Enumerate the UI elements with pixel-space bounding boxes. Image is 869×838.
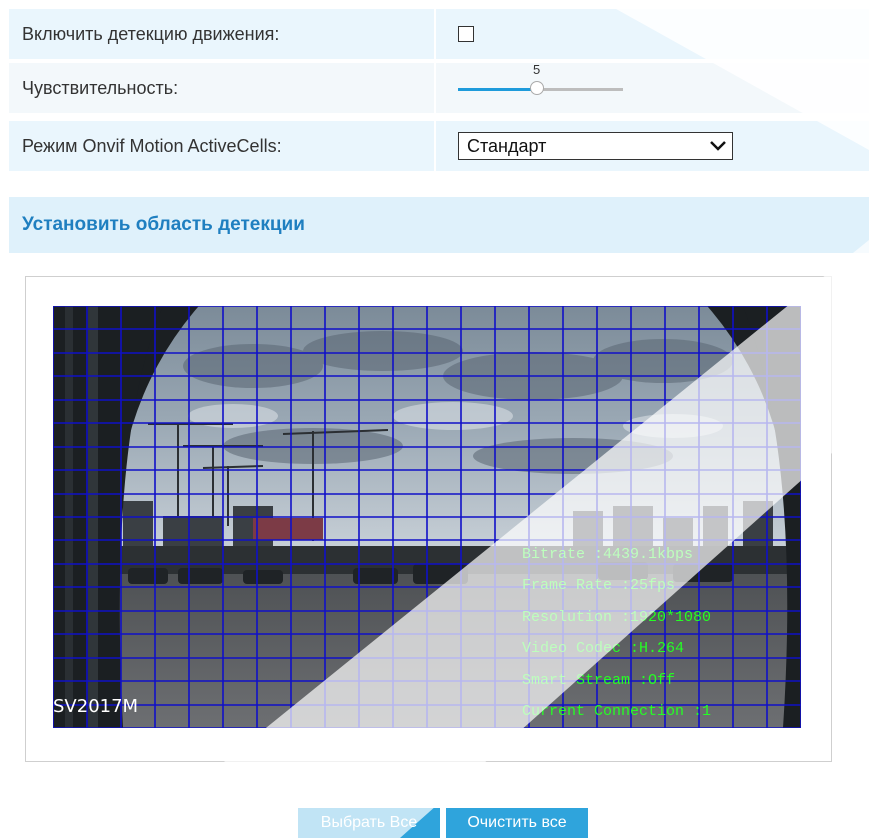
enable-detection-label: Включить детекцию движения:	[9, 9, 436, 59]
video-scene	[53, 306, 801, 728]
select-all-button[interactable]: Выбрать Все	[298, 808, 440, 838]
chevron-down-icon	[710, 141, 726, 151]
sensitivity-row: Чувствительность: 5	[9, 62, 869, 113]
mode-label: Режим Onvif Motion ActiveCells:	[9, 121, 436, 171]
mode-select-value: Стандарт	[467, 135, 547, 156]
osd-line: Frame Rate :25fps	[522, 577, 676, 594]
osd-line: Current Connection :1	[522, 703, 712, 720]
osd-line: Video Codec :H.264	[522, 640, 685, 657]
section-header: Установить область детекции	[9, 197, 869, 253]
osd-line: Resolution :1920*1080	[522, 609, 712, 626]
section-title: Установить область детекции	[22, 214, 305, 235]
slider-fill	[458, 88, 537, 91]
motion-grid-video[interactable]: SV2017M Bitrate :4439.1kbps Frame Rate :2…	[53, 306, 801, 728]
enable-detection-checkbox[interactable]	[458, 26, 474, 42]
camera-name: SV2017M	[53, 696, 139, 717]
sensitivity-slider[interactable]: 5	[458, 62, 623, 98]
sensitivity-label: Чувствительность:	[9, 63, 436, 113]
osd-line: Smart Stream :Off	[522, 672, 676, 689]
sensitivity-value: 5	[533, 62, 541, 77]
slider-thumb[interactable]	[530, 81, 544, 95]
mode-select[interactable]: Стандарт	[458, 132, 733, 160]
clear-all-button[interactable]: Очистить все	[446, 808, 588, 838]
enable-detection-row: Включить детекцию движения:	[9, 9, 869, 59]
mode-row: Режим Onvif Motion ActiveCells: Стандарт	[9, 121, 869, 171]
osd-line: Bitrate :4439.1kbps	[522, 546, 694, 563]
